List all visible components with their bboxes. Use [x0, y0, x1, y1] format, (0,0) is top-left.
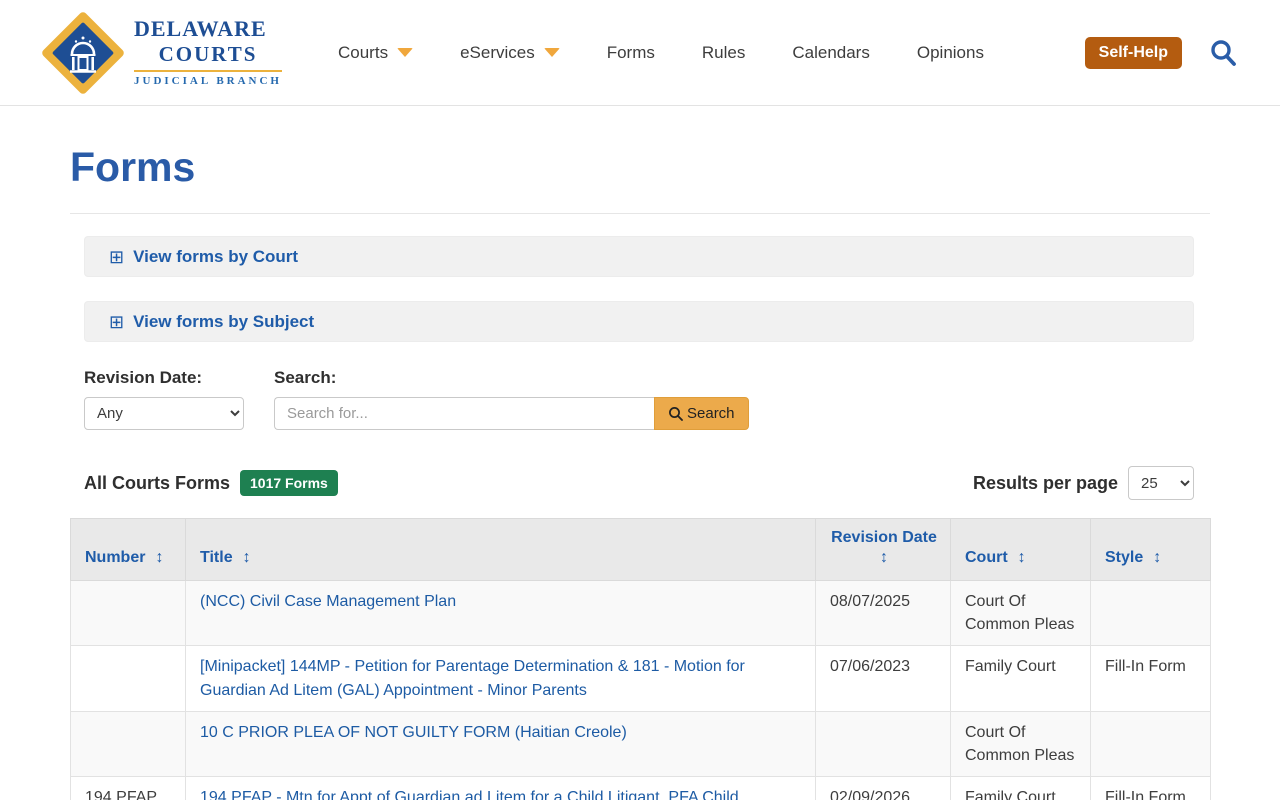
forms-table: Number ↕ Title ↕ Revision Date ↕ Court ↕ Sty…: [70, 518, 1211, 800]
title-cell: [Minipacket] 144MP - Petition for Parent…: [186, 646, 816, 711]
results-heading: All Courts Forms: [84, 473, 230, 494]
title-cell: (NCC) Civil Case Management Plan: [186, 581, 816, 646]
column-header-number[interactable]: Number ↕: [71, 519, 186, 581]
expand-plus-icon: ⊞: [109, 248, 124, 266]
search-button[interactable]: Search: [654, 397, 749, 430]
column-label: Style: [1105, 549, 1143, 566]
main-nav: Courts eServices Forms Rules Calendars O…: [338, 43, 984, 63]
sort-icon: ↕: [243, 549, 251, 566]
site-header: DELAWARE COURTS JUDICIAL BRANCH Courts e…: [0, 0, 1280, 106]
sort-icon: ↕: [1153, 549, 1161, 566]
page-content: Forms ⊞ View forms by Court ⊞ View forms…: [70, 144, 1210, 800]
courthouse-icon: [40, 10, 126, 96]
title-divider: [70, 213, 1210, 214]
logo-line-judicial-branch: JUDICIAL BRANCH: [134, 76, 282, 87]
revision-date-select[interactable]: Any: [84, 397, 244, 430]
number-cell: [71, 581, 186, 646]
column-header-court[interactable]: Court ↕: [951, 519, 1091, 581]
column-header-revision-date[interactable]: Revision Date ↕: [816, 519, 951, 581]
logo-text: DELAWARE COURTS JUDICIAL BRANCH: [134, 18, 282, 87]
form-link[interactable]: 10 C PRIOR PLEA OF NOT GUILTY FORM (Hait…: [200, 724, 627, 741]
page-title: Forms: [70, 144, 1210, 191]
logo-line-courts: COURTS: [134, 44, 282, 65]
number-cell: [71, 646, 186, 711]
nav-label: Forms: [607, 43, 655, 63]
table-row: (NCC) Civil Case Management Plan 08/07/2…: [71, 581, 1211, 646]
court-cell: Family Court: [951, 777, 1091, 800]
number-cell: [71, 711, 186, 776]
column-label: Number: [85, 549, 145, 566]
form-link[interactable]: [Minipacket] 144MP - Petition for Parent…: [200, 658, 745, 698]
search-button-label: Search: [687, 405, 735, 422]
filter-bar: Revision Date: Any Search: Search: [84, 368, 1210, 430]
header-right: Self-Help: [1085, 37, 1238, 69]
title-cell: 194 PFAP - Mtn for Appt of Guardian ad L…: [186, 777, 816, 800]
number-cell: 194 PFAP: [71, 777, 186, 800]
table-header-row: Number ↕ Title ↕ Revision Date ↕ Court ↕ Sty…: [71, 519, 1211, 581]
self-help-button[interactable]: Self-Help: [1085, 37, 1182, 69]
revision-date-cell: 07/06/2023: [816, 646, 951, 711]
chevron-down-icon: [544, 48, 560, 57]
accordion-view-forms-by-subject[interactable]: ⊞ View forms by Subject: [84, 301, 1194, 342]
nav-label: Opinions: [917, 43, 984, 63]
search-icon[interactable]: [1208, 38, 1238, 68]
logo-line-delaware: DELAWARE: [134, 18, 282, 40]
nav-label: Calendars: [792, 43, 870, 63]
form-link[interactable]: (NCC) Civil Case Management Plan: [200, 593, 456, 610]
court-cell: Family Court: [951, 646, 1091, 711]
nav-label: eServices: [460, 43, 535, 63]
results-per-page: Results per page 25: [973, 466, 1194, 500]
search-input[interactable]: [274, 397, 654, 430]
search-label: Search:: [274, 368, 749, 388]
style-cell: Fill-In Form: [1091, 777, 1211, 800]
style-cell: [1091, 711, 1211, 776]
accordion-view-forms-by-court[interactable]: ⊞ View forms by Court: [84, 236, 1194, 277]
style-cell: Fill-In Form: [1091, 646, 1211, 711]
column-header-style[interactable]: Style ↕: [1091, 519, 1211, 581]
per-page-select[interactable]: 25: [1128, 466, 1194, 500]
nav-item-forms[interactable]: Forms: [607, 43, 655, 63]
sort-icon: ↕: [830, 549, 938, 567]
table-row: 10 C PRIOR PLEA OF NOT GUILTY FORM (Hait…: [71, 711, 1211, 776]
accordion-label: View forms by Court: [133, 247, 298, 267]
sort-icon: ↕: [155, 549, 163, 566]
per-page-label: Results per page: [973, 473, 1118, 494]
revision-date-cell: 08/07/2025: [816, 581, 951, 646]
nav-label: Courts: [338, 43, 388, 63]
expand-plus-icon: ⊞: [109, 313, 124, 331]
chevron-down-icon: [397, 48, 413, 57]
title-cell: 10 C PRIOR PLEA OF NOT GUILTY FORM (Hait…: [186, 711, 816, 776]
revision-date-cell: 02/09/2026: [816, 777, 951, 800]
results-bar: All Courts Forms 1017 Forms Results per …: [84, 466, 1194, 500]
table-row: [Minipacket] 144MP - Petition for Parent…: [71, 646, 1211, 711]
column-header-title[interactable]: Title ↕: [186, 519, 816, 581]
form-link[interactable]: 194 PFAP - Mtn for Appt of Guardian ad L…: [200, 789, 739, 800]
column-label: Title: [200, 549, 233, 566]
revision-date-cell: [816, 711, 951, 776]
court-cell: Court Of Common Pleas: [951, 581, 1091, 646]
logo-divider: [134, 70, 282, 72]
column-label: Revision Date: [831, 529, 937, 546]
form-count-badge: 1017 Forms: [240, 470, 338, 496]
sort-icon: ↕: [1018, 549, 1026, 566]
column-label: Court: [965, 549, 1008, 566]
table-row: 194 PFAP 194 PFAP - Mtn for Appt of Guar…: [71, 777, 1211, 800]
nav-item-eservices[interactable]: eServices: [460, 43, 560, 63]
site-logo[interactable]: DELAWARE COURTS JUDICIAL BRANCH: [40, 10, 282, 96]
nav-item-rules[interactable]: Rules: [702, 43, 745, 63]
search-filter: Search: Search: [274, 368, 749, 430]
search-icon: [668, 406, 684, 422]
nav-item-calendars[interactable]: Calendars: [792, 43, 870, 63]
revision-date-filter: Revision Date: Any: [84, 368, 244, 430]
revision-date-label: Revision Date:: [84, 368, 244, 388]
nav-item-opinions[interactable]: Opinions: [917, 43, 984, 63]
nav-item-courts[interactable]: Courts: [338, 43, 413, 63]
accordion-label: View forms by Subject: [133, 312, 314, 332]
style-cell: [1091, 581, 1211, 646]
court-cell: Court Of Common Pleas: [951, 711, 1091, 776]
nav-label: Rules: [702, 43, 745, 63]
